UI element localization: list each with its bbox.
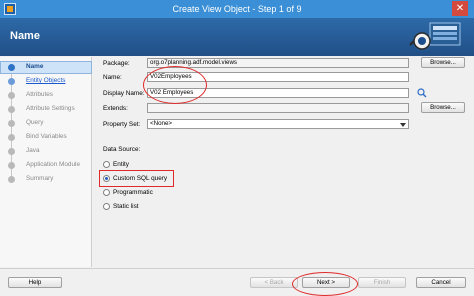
title-bar: Create View Object - Step 1 of 9 ✕ — [0, 0, 474, 18]
window-title: Create View Object - Step 1 of 9 — [172, 4, 302, 14]
step-label: Bind Variables — [26, 133, 67, 140]
property-set-label: Property Set: — [103, 121, 141, 128]
step-label: Java — [26, 147, 40, 154]
step-current-icon — [8, 64, 15, 71]
step-dot-icon — [8, 148, 15, 155]
radio-circle-icon[interactable] — [103, 189, 110, 196]
radio-label: Entity — [113, 161, 129, 168]
step-label: Entity Objects — [26, 77, 66, 84]
step-summary: Summary — [0, 173, 92, 186]
annotation-box-custom-sql — [99, 170, 174, 187]
step-label: Query — [26, 119, 44, 126]
wizard-footer: Help < Back Next > Finish Cancel — [0, 268, 474, 296]
step-dot-icon — [8, 78, 15, 85]
radio-circle-icon[interactable] — [103, 203, 110, 210]
wizard-header: Name — [0, 18, 474, 56]
app-icon — [4, 3, 16, 15]
extends-field[interactable] — [147, 103, 409, 113]
step-dot-icon — [8, 92, 15, 99]
annotation-circle-next — [292, 272, 358, 296]
name-label: Name: — [103, 74, 122, 81]
cancel-button[interactable]: Cancel — [416, 277, 466, 288]
step-dot-icon — [8, 162, 15, 169]
step-label: Summary — [26, 175, 54, 182]
step-label: Application Module — [26, 161, 80, 168]
extends-browse-button[interactable]: Browse... — [421, 102, 465, 113]
package-label: Package: — [103, 60, 130, 67]
step-query: Query — [0, 117, 92, 130]
step-java: Java — [0, 145, 92, 158]
property-set-select[interactable]: <None> — [147, 119, 409, 129]
step-entity-objects[interactable]: Entity Objects — [0, 75, 92, 88]
back-button[interactable]: < Back — [250, 277, 298, 288]
step-dot-icon — [8, 120, 15, 127]
step-dot-icon — [8, 134, 15, 141]
display-name-label: Display Name: — [103, 90, 145, 97]
page-title: Name — [10, 30, 40, 42]
step-label: Attribute Settings — [26, 105, 75, 112]
step-name[interactable]: Name — [0, 61, 92, 74]
close-button[interactable]: ✕ — [452, 1, 468, 16]
property-set-value: <None> — [150, 120, 173, 127]
step-label: Attributes — [26, 91, 53, 98]
package-browse-button[interactable]: Browse... — [421, 57, 465, 68]
annotation-circle-names — [143, 66, 207, 104]
wizard-steps: Name Entity Objects Attributes Attribute… — [0, 57, 92, 267]
radio-circle-icon[interactable] — [103, 161, 110, 168]
extends-label: Extends: — [103, 105, 128, 112]
step-label: Name — [26, 63, 44, 70]
step-attributes: Attributes — [0, 89, 92, 102]
step-dot-icon — [8, 106, 15, 113]
step-application-module: Application Module — [0, 159, 92, 172]
radio-label: Static list — [113, 203, 139, 210]
radio-label: Programmatic — [113, 189, 153, 196]
chevron-down-icon[interactable] — [400, 123, 406, 127]
finish-button[interactable]: Finish — [358, 277, 406, 288]
view-object-graphic-icon — [409, 22, 461, 50]
step-bind-variables: Bind Variables — [0, 131, 92, 144]
step-attribute-settings: Attribute Settings — [0, 103, 92, 116]
help-button[interactable]: Help — [8, 277, 62, 288]
data-source-label: Data Source: — [103, 146, 141, 153]
search-icon[interactable] — [417, 88, 427, 98]
step-dot-icon — [8, 176, 15, 183]
